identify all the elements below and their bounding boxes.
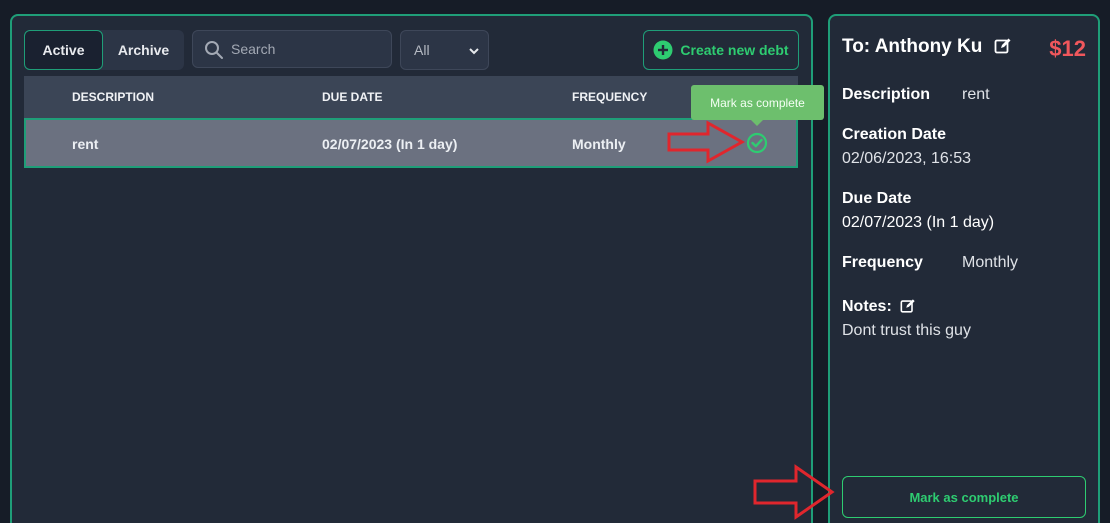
description-label: Description [842,86,931,103]
mark-complete-button[interactable]: Mark as complete [842,476,1086,518]
filter-select[interactable]: All [400,30,489,70]
search-icon [205,41,223,59]
creation-date-label: Creation Date [842,126,947,143]
toolbar: Active Archive All Create new debt [24,28,799,70]
notes-value: Dont trust this guy [842,322,971,339]
filter-selected-value: All [414,42,430,58]
header-description: DESCRIPTION [72,90,155,104]
debts-table: DESCRIPTION DUE DATE FREQUENCY rent 02/0… [24,76,798,168]
chevron-down-icon [469,48,479,55]
creation-date-value: 02/06/2023, 16:53 [842,150,972,167]
tab-active[interactable]: Active [24,30,103,70]
tab-group: Active Archive [24,30,184,70]
search-input[interactable] [231,31,386,67]
edit-icon[interactable] [994,37,1012,55]
header-frequency: FREQUENCY [572,90,648,104]
debts-panel: Active Archive All Create new debt [10,14,824,523]
notes-label: Notes: [842,298,892,315]
red-arrow-icon [667,120,746,164]
header-due-date: DUE DATE [322,90,383,104]
red-arrow-icon [753,464,835,520]
frequency-label: Frequency [842,254,923,271]
create-debt-label: Create new debt [680,42,789,58]
due-date-value: 02/07/2023 (In 1 day) [842,214,995,231]
search-box [192,30,392,68]
check-circle-icon[interactable] [746,132,768,154]
debt-amount: $12 [1049,36,1086,61]
row-description: rent [72,136,99,152]
edit-icon[interactable] [900,298,916,314]
row-frequency: Monthly [572,136,626,152]
create-debt-button[interactable]: Create new debt [643,30,799,70]
frequency-value: Monthly [962,254,1019,271]
debtor-title: To: Anthony Ku [842,36,983,57]
row-due-date: 02/07/2023 (In 1 day) [322,136,458,152]
due-date-label: Due Date [842,190,912,207]
table-header: DESCRIPTION DUE DATE FREQUENCY [24,76,798,118]
tab-archive[interactable]: Archive [103,30,184,70]
description-value: rent [962,86,990,103]
mark-complete-tooltip: Mark as complete [691,85,824,126]
debt-details-panel: To: Anthony Ku $12 Description rent Crea… [828,14,1100,523]
plus-circle-icon [653,40,673,60]
